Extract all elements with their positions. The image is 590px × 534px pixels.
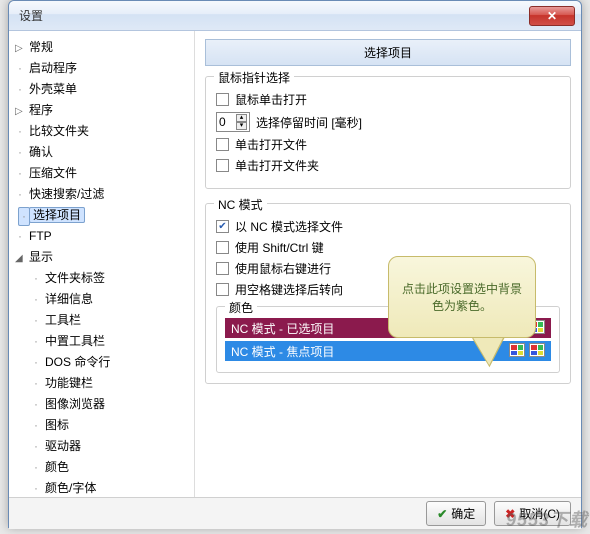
tree-item-12[interactable]: · 详细信息 bbox=[13, 289, 190, 310]
spinner-buttons[interactable]: ▴▾ bbox=[236, 114, 247, 130]
tree-item-label: 中置工具栏 bbox=[45, 334, 105, 348]
section-header: 选择项目 bbox=[205, 39, 571, 66]
hover-time-input[interactable]: 0 ▴▾ bbox=[216, 112, 250, 132]
label-open-folder: 单击打开文件夹 bbox=[235, 157, 319, 174]
tree-item-20[interactable]: · 颜色 bbox=[13, 457, 190, 478]
tree-item-label: 颜色/字体 bbox=[45, 481, 96, 495]
tree-item-label: 快速搜索/过滤 bbox=[29, 187, 104, 201]
label-click-open: 鼠标单击打开 bbox=[235, 91, 307, 108]
tree-item-13[interactable]: · 工具栏 bbox=[13, 310, 190, 331]
tree-item-label: 工具栏 bbox=[45, 313, 81, 327]
tree-bullet: · bbox=[18, 60, 22, 77]
checkbox-right-click[interactable] bbox=[216, 262, 229, 275]
tree-bullet: · bbox=[18, 186, 22, 203]
tree-item-2[interactable]: · 外壳菜单 bbox=[13, 79, 190, 100]
tree-item-label: 常规 bbox=[29, 40, 53, 54]
checkbox-shift-ctrl[interactable] bbox=[216, 241, 229, 254]
tree-item-19[interactable]: · 驱动器 bbox=[13, 436, 190, 457]
tree-bullet: · bbox=[34, 375, 38, 392]
tree-item-18[interactable]: · 图标 bbox=[13, 415, 190, 436]
tree-item-label: 比较文件夹 bbox=[29, 124, 89, 138]
tree-item-3[interactable]: ▷ 程序 bbox=[13, 100, 190, 121]
label-open-file: 单击打开文件 bbox=[235, 136, 307, 153]
dialog-footer: ✔ 确定 ✖ 取消(C) bbox=[9, 497, 581, 529]
tree-item-5[interactable]: · 确认 bbox=[13, 142, 190, 163]
checkbox-click-open[interactable] bbox=[216, 93, 229, 106]
tree-bullet: · bbox=[34, 396, 38, 413]
tree-item-label: 外壳菜单 bbox=[29, 82, 77, 96]
tree-bullet: · bbox=[18, 123, 22, 140]
tree-item-6[interactable]: · 压缩文件 bbox=[13, 163, 190, 184]
checkbox-nc-select[interactable]: ✔ bbox=[216, 220, 229, 233]
tree-bullet: · bbox=[18, 81, 22, 98]
tree-item-14[interactable]: · 中置工具栏 bbox=[13, 331, 190, 352]
label-space: 用空格键选择后转向 bbox=[235, 281, 343, 298]
tree-item-label: 图像浏览器 bbox=[45, 397, 105, 411]
tree-item-label: FTP bbox=[29, 229, 52, 243]
window-title: 设置 bbox=[19, 7, 529, 24]
tree-item-label: 确认 bbox=[29, 145, 53, 159]
tree-item-label: 显示 bbox=[29, 250, 53, 264]
group-title: 鼠标指针选择 bbox=[214, 69, 294, 86]
tree-item-1[interactable]: · 启动程序 bbox=[13, 58, 190, 79]
tree-bullet: · bbox=[34, 333, 38, 350]
tree-bullet: · bbox=[34, 270, 38, 287]
tree-bullet: · bbox=[34, 438, 38, 455]
tree-item-4[interactable]: · 比较文件夹 bbox=[13, 121, 190, 142]
tree-bullet: · bbox=[18, 228, 22, 245]
close-icon: ✕ bbox=[547, 9, 557, 23]
tree-item-8[interactable]: ·选择项目 bbox=[13, 205, 190, 226]
tree-bullet: · bbox=[18, 144, 22, 161]
tree-item-17[interactable]: · 图像浏览器 bbox=[13, 394, 190, 415]
tree-item-10[interactable]: ◢ 显示 bbox=[13, 247, 190, 268]
tree-item-16[interactable]: · 功能键栏 bbox=[13, 373, 190, 394]
label-nc-select: 以 NC 模式选择文件 bbox=[235, 218, 343, 235]
tree-item-label: 选择项目 bbox=[29, 207, 85, 223]
tree-item-label: 颜色 bbox=[45, 460, 69, 474]
tree-item-label: 功能键栏 bbox=[45, 376, 93, 390]
tree-item-15[interactable]: · DOS 命令行 bbox=[13, 352, 190, 373]
tree-bullet: · bbox=[18, 165, 22, 182]
label-shift-ctrl: 使用 Shift/Ctrl 键 bbox=[235, 239, 324, 256]
tree-item-label: 文件夹标签 bbox=[45, 271, 105, 285]
checkbox-space[interactable] bbox=[216, 283, 229, 296]
label-right-click: 使用鼠标右键进行 bbox=[235, 260, 331, 277]
tree-item-7[interactable]: · 快速搜索/过滤 bbox=[13, 184, 190, 205]
tree-bullet: · bbox=[34, 291, 38, 308]
tree-item-label: 程序 bbox=[29, 103, 53, 117]
titlebar[interactable]: 设置 ✕ bbox=[9, 1, 581, 31]
tree-bullet: · bbox=[34, 459, 38, 476]
tree-item-label: DOS 命令行 bbox=[45, 355, 110, 369]
tree-bullet: · bbox=[18, 207, 30, 226]
caret-right-icon: ▷ bbox=[15, 103, 25, 113]
group-mouse-select: 鼠标指针选择 鼠标单击打开 0 ▴▾ 选择停留时间 [毫秒] 单击打开文件 bbox=[205, 76, 571, 189]
tree-item-label: 图标 bbox=[45, 418, 69, 432]
tree-bullet: · bbox=[34, 354, 38, 371]
colors-title: 颜色 bbox=[225, 299, 257, 316]
checkbox-open-file[interactable] bbox=[216, 138, 229, 151]
label-hover-time: 选择停留时间 [毫秒] bbox=[256, 114, 362, 131]
tree-item-label: 驱动器 bbox=[45, 439, 81, 453]
checkbox-open-folder[interactable] bbox=[216, 159, 229, 172]
ok-button[interactable]: ✔ 确定 bbox=[426, 501, 486, 526]
tree-bullet: · bbox=[34, 312, 38, 329]
tree-item-label: 压缩文件 bbox=[29, 166, 77, 180]
tree-item-0[interactable]: ▷ 常规 bbox=[13, 37, 190, 58]
settings-tree[interactable]: ▷常规·启动程序·外壳菜单▷程序·比较文件夹·确认·压缩文件·快速搜索/过滤·选… bbox=[9, 31, 195, 497]
color-picker-icon[interactable] bbox=[529, 343, 545, 357]
group-title: NC 模式 bbox=[214, 196, 267, 213]
tree-item-11[interactable]: · 文件夹标签 bbox=[13, 268, 190, 289]
callout-tooltip: 点击此项设置选中背景色为紫色。 bbox=[388, 256, 536, 338]
tree-item-label: 详细信息 bbox=[45, 292, 93, 306]
check-icon: ✔ bbox=[437, 507, 447, 521]
watermark: 9553下载 bbox=[506, 506, 588, 532]
tree-item-label: 启动程序 bbox=[29, 61, 77, 75]
tree-bullet: · bbox=[34, 417, 38, 434]
caret-right-icon: ▷ bbox=[15, 40, 25, 50]
tree-item-21[interactable]: · 颜色/字体 bbox=[13, 478, 190, 497]
tree-item-9[interactable]: · FTP bbox=[13, 226, 190, 247]
tree-bullet: · bbox=[34, 480, 38, 497]
caret-down-icon: ◢ bbox=[15, 250, 25, 260]
close-button[interactable]: ✕ bbox=[529, 6, 575, 26]
